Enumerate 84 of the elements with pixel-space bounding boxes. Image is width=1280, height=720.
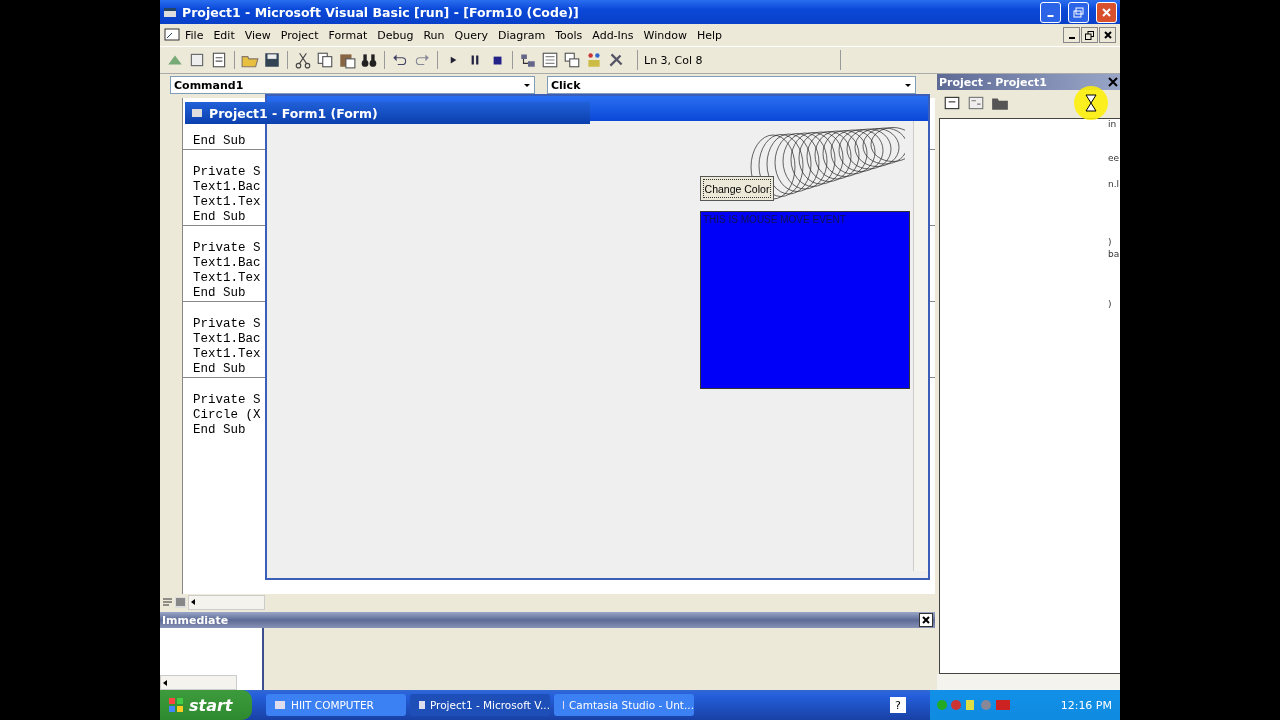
restore-icon <box>1085 30 1094 40</box>
view-object-icon[interactable] <box>967 94 985 112</box>
horizontal-scrollbar[interactable] <box>160 675 237 690</box>
code-line: Text1.Tex <box>193 347 261 362</box>
horizontal-scrollbar[interactable] <box>188 594 265 610</box>
minimize-icon <box>1047 14 1054 17</box>
form-title: Project1 - Form1 (Form) <box>209 105 378 121</box>
code-line: Private S <box>193 241 261 256</box>
code-line: Private S <box>193 165 261 180</box>
object-dropdown[interactable]: Command1 <box>170 76 535 94</box>
start-button[interactable]: start <box>160 690 252 720</box>
taskbar-button[interactable]: Project1 - Microsoft V... <box>410 694 550 716</box>
procedure-dropdown[interactable]: Click <box>547 76 916 94</box>
change-color-button[interactable]: Change Color <box>700 176 774 201</box>
help-icon[interactable]: ? <box>890 697 906 713</box>
add-form-icon[interactable] <box>188 51 206 69</box>
text-fragment: in <box>1108 119 1117 129</box>
code-line: Text1.Bac <box>193 180 261 195</box>
restore-button[interactable] <box>1081 27 1098 43</box>
taskbar-button[interactable]: Camtasia Studio - Unt... <box>554 694 694 716</box>
menu-item[interactable]: Edit <box>208 26 240 44</box>
close-button[interactable] <box>919 613 933 627</box>
code-line: Text1.Bac <box>193 256 261 271</box>
form-layout-icon[interactable] <box>563 51 581 69</box>
menu-item[interactable]: Tools <box>550 26 588 44</box>
code-line: End Sub <box>193 210 246 225</box>
pane-title: Project - Project1 <box>939 75 1048 89</box>
menu-editor-icon[interactable] <box>210 51 228 69</box>
cut-icon[interactable] <box>294 51 312 69</box>
code-line: Text1.Tex <box>193 195 261 210</box>
procedure-view-icon[interactable] <box>162 596 173 608</box>
code-line: Text1.Tex <box>193 271 261 286</box>
text-fragment: ) <box>1108 237 1112 247</box>
restore-icon <box>1073 6 1084 18</box>
menu-item[interactable]: Help <box>691 26 727 44</box>
window-title: Project1 - Microsoft Visual Basic [run] - [Form10 (Code)] <box>182 4 580 20</box>
text-fragment: ba <box>1108 249 1120 259</box>
clock: 12:16 PM <box>1060 698 1113 712</box>
view-code-icon[interactable] <box>943 94 961 112</box>
code-line: Private S <box>193 393 261 408</box>
menu-item[interactable]: Diagram <box>492 26 551 44</box>
paste-icon[interactable] <box>338 51 356 69</box>
properties-icon[interactable] <box>541 51 559 69</box>
vertical-scrollbar[interactable] <box>913 121 928 571</box>
menu-item[interactable]: Format <box>323 26 373 44</box>
immediate-text-area[interactable] <box>160 628 264 690</box>
form-icon <box>191 108 203 118</box>
project-tree[interactable]: in ee n.l ) ba ) <box>939 118 1120 674</box>
menu-item[interactable]: Query <box>449 26 493 44</box>
windows-flag-icon <box>168 697 184 713</box>
menu-item[interactable]: View <box>239 26 276 44</box>
menu-item[interactable]: Add-Ins <box>587 26 639 44</box>
code-window-icon[interactable] <box>164 28 180 42</box>
object-browser-icon[interactable] <box>585 51 603 69</box>
code-line: End Sub <box>193 423 246 438</box>
menu-item[interactable]: Window <box>638 26 692 44</box>
horizontal-scrollbar[interactable] <box>937 674 1120 690</box>
code-line: Circle (X <box>193 408 261 423</box>
code-line: End Sub <box>193 286 246 301</box>
minimize-button[interactable] <box>1063 27 1080 43</box>
menu-item[interactable]: Project <box>275 26 324 44</box>
close-icon[interactable] <box>1108 77 1118 87</box>
text-fragment: ) <box>1108 299 1112 309</box>
menu-item[interactable]: File <box>180 26 209 44</box>
code-line: End Sub <box>193 134 246 149</box>
save-icon[interactable] <box>263 51 281 69</box>
code-line: Text1.Bac <box>193 332 261 347</box>
taskbar-button[interactable]: HIIT COMPUTER <box>266 694 406 716</box>
menu-item[interactable]: Debug <box>372 26 419 44</box>
pane-title: Immediate <box>162 613 230 627</box>
close-button[interactable] <box>1099 27 1116 43</box>
hourglass-cursor-icon <box>1084 94 1098 112</box>
menu-item[interactable]: Run <box>418 26 450 44</box>
close-icon <box>1103 31 1112 39</box>
text-fragment: ee <box>1108 153 1120 163</box>
copy-icon[interactable] <box>316 51 334 69</box>
binoculars-icon[interactable] <box>360 51 378 69</box>
project-explorer-icon[interactable] <box>519 51 537 69</box>
code-line: Private S <box>193 317 261 332</box>
text-fragment: n.l <box>1108 179 1120 189</box>
close-icon <box>1101 6 1112 18</box>
code-line: End Sub <box>193 362 246 377</box>
app-icon <box>163 5 177 19</box>
cursor-position: Ln 3, Col 8 <box>637 50 841 70</box>
